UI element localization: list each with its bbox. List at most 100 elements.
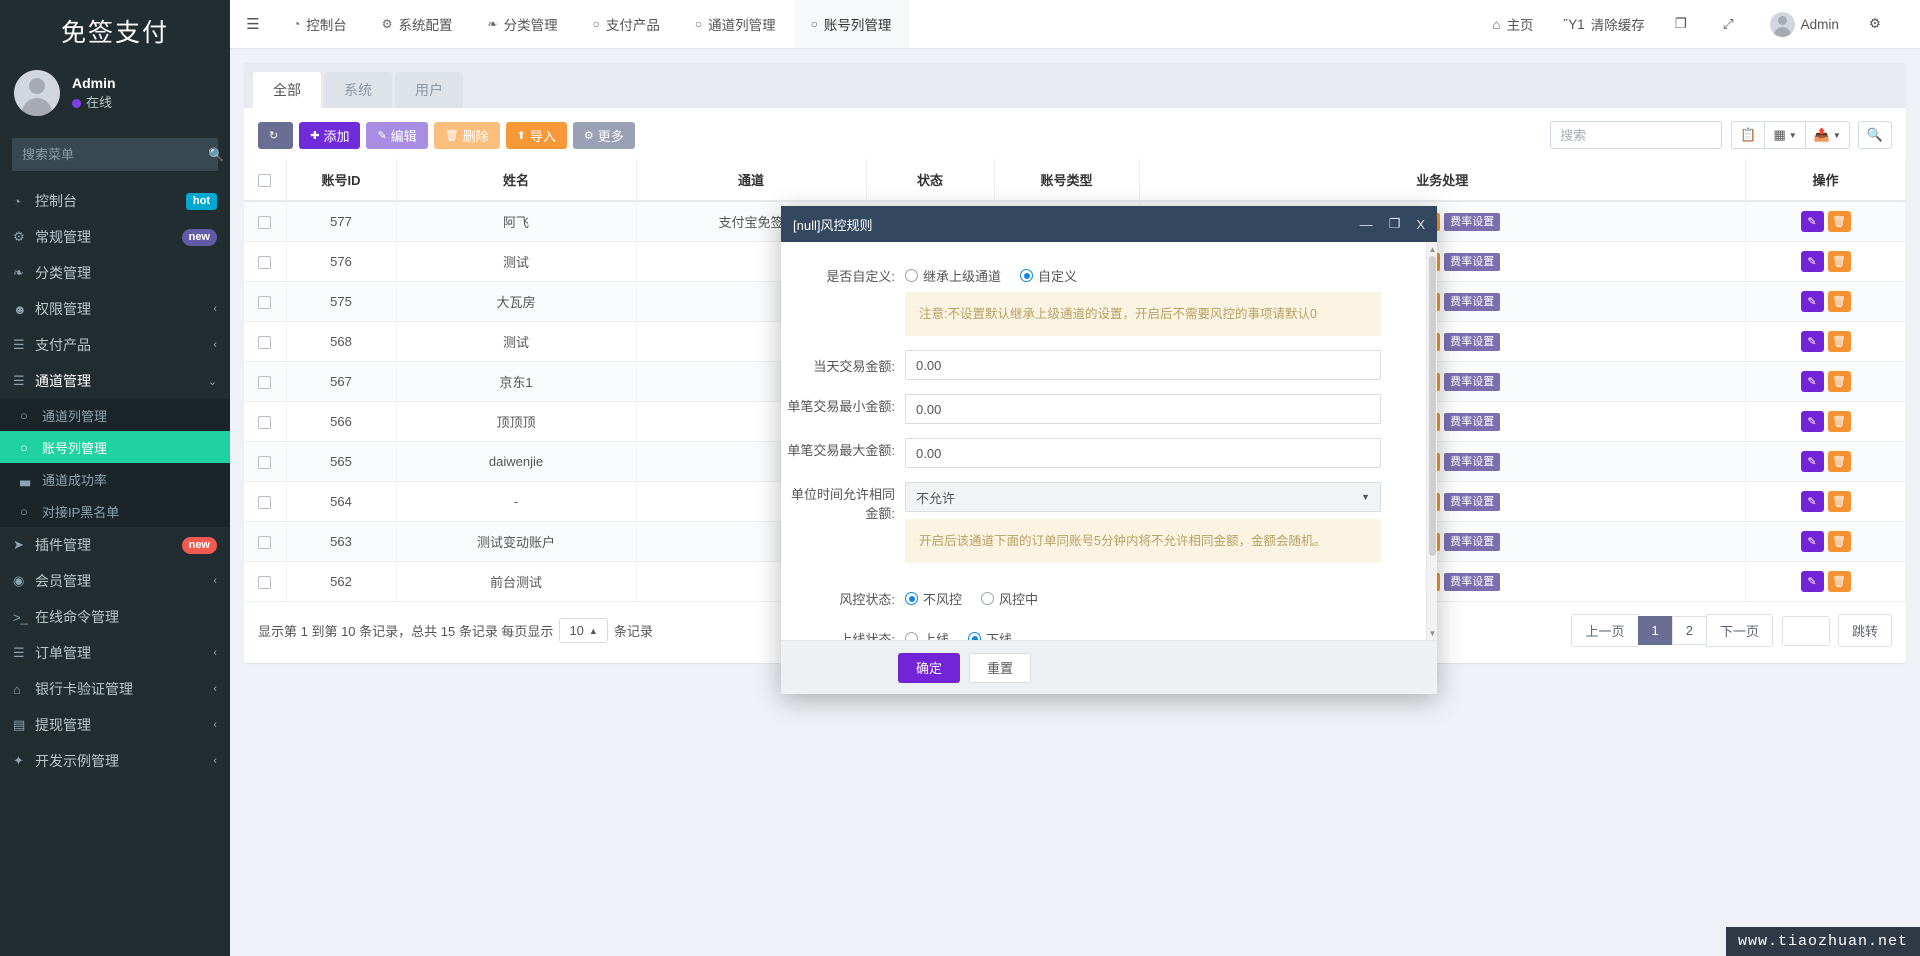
tab-2[interactable]: ❧ 分类管理 bbox=[471, 0, 576, 48]
menu-search[interactable]: 🔍 bbox=[12, 138, 224, 171]
search-icon[interactable]: 🔍 bbox=[208, 147, 230, 163]
grid-view-button[interactable]: ▦ ▼ bbox=[1765, 121, 1806, 149]
sidebar-link-7[interactable]: ◉ 会员管理 ‹ bbox=[0, 563, 230, 599]
row-edit-button[interactable]: ✎ bbox=[1800, 411, 1824, 432]
tag-button[interactable]: 费率设置 bbox=[1444, 572, 1501, 591]
row-checkbox[interactable] bbox=[258, 296, 272, 310]
min-amount-input[interactable] bbox=[905, 394, 1381, 424]
page-size-select[interactable]: 10 ▲ bbox=[559, 618, 608, 643]
topbar-action-0[interactable]: ⌂ 主页 bbox=[1477, 0, 1548, 49]
row-edit-button[interactable]: ✎ bbox=[1800, 491, 1824, 512]
row-checkbox[interactable] bbox=[258, 336, 272, 350]
scrollbar-thumb[interactable] bbox=[1429, 256, 1436, 556]
max-amount-input[interactable] bbox=[905, 438, 1381, 468]
row-delete-button[interactable]: 🗑 bbox=[1827, 571, 1851, 592]
sidebar-link-4[interactable]: ☰ 支付产品 ‹ bbox=[0, 327, 230, 363]
radio-in-risk[interactable]: 风控中 bbox=[981, 589, 1038, 608]
sidebar-link-6[interactable]: ➤ 插件管理 new bbox=[0, 527, 230, 563]
scroll-down-icon[interactable]: ▼ bbox=[1428, 628, 1437, 638]
sidebar-sublink-3[interactable]: ○ 对接IP黑名单 bbox=[0, 495, 230, 527]
row-checkbox[interactable] bbox=[258, 416, 272, 430]
import-button[interactable]: ⬆ 导入 bbox=[505, 121, 567, 149]
page-prev-button[interactable]: 上一页 bbox=[1571, 614, 1639, 647]
select-all-checkbox[interactable] bbox=[258, 174, 272, 188]
sidebar-link-11[interactable]: ▤ 提现管理 ‹ bbox=[0, 707, 230, 743]
page-number-1[interactable]: 1 bbox=[1637, 616, 1673, 645]
sidebar-link-12[interactable]: ✦ 开发示例管理 ‹ bbox=[0, 743, 230, 779]
edit-button[interactable]: ✎ 编辑 bbox=[366, 121, 428, 149]
add-button[interactable]: ✚ 添加 bbox=[299, 121, 361, 149]
row-edit-button[interactable]: ✎ bbox=[1800, 291, 1824, 312]
panel-tab-1[interactable]: 系统 bbox=[324, 72, 392, 108]
same-amount-select[interactable]: 不允许 ▼ bbox=[905, 482, 1381, 512]
dialog-scrollbar[interactable]: ▲ ▼ bbox=[1426, 242, 1437, 640]
row-delete-button[interactable]: 🗑 bbox=[1827, 371, 1851, 392]
tab-5[interactable]: ○ 账号列管理 bbox=[793, 0, 910, 48]
radio-inherit-channel[interactable]: 继承上级通道 bbox=[905, 266, 1001, 285]
export-button[interactable]: 📤 ▼ bbox=[1805, 121, 1850, 149]
minimize-icon[interactable]: — bbox=[1360, 217, 1373, 232]
tag-button[interactable]: 费率设置 bbox=[1444, 212, 1501, 231]
sidebar-link-5[interactable]: ☰ 通道管理 ⌄ bbox=[0, 363, 230, 399]
row-delete-button[interactable]: 🗑 bbox=[1827, 251, 1851, 272]
row-delete-button[interactable]: 🗑 bbox=[1827, 331, 1851, 352]
tab-0[interactable]: ◔ 控制台 bbox=[276, 0, 365, 48]
delete-button[interactable]: 🗑 删除 bbox=[433, 121, 500, 149]
page-jump-button[interactable]: 跳转 bbox=[1837, 614, 1892, 647]
row-edit-button[interactable]: ✎ bbox=[1800, 331, 1824, 352]
search-submit-button[interactable]: 🔍 bbox=[1857, 121, 1892, 149]
row-delete-button[interactable]: 🗑 bbox=[1827, 291, 1851, 312]
tag-button[interactable]: 费率设置 bbox=[1444, 252, 1501, 271]
row-edit-button[interactable]: ✎ bbox=[1800, 251, 1824, 272]
row-delete-button[interactable]: 🗑 bbox=[1827, 411, 1851, 432]
dialog-titlebar[interactable]: [null]风控规则 — ❐ X bbox=[781, 206, 1437, 242]
refresh-button[interactable]: ↻ bbox=[258, 121, 294, 149]
row-delete-button[interactable]: 🗑 bbox=[1827, 531, 1851, 552]
sidebar-sublink-2[interactable]: ▃ 通道成功率 bbox=[0, 463, 230, 495]
hamburger-icon[interactable]: ☰ bbox=[230, 0, 276, 48]
tab-3[interactable]: ○ 支付产品 bbox=[576, 0, 678, 48]
sidebar-link-2[interactable]: ❧ 分类管理 bbox=[0, 255, 230, 291]
row-delete-button[interactable]: 🗑 bbox=[1827, 211, 1851, 232]
tag-button[interactable]: 费率设置 bbox=[1444, 292, 1501, 311]
panel-tab-2[interactable]: 用户 bbox=[395, 72, 463, 108]
more-button[interactable]: ⚙ 更多 bbox=[572, 121, 635, 149]
row-checkbox[interactable] bbox=[258, 576, 272, 590]
scroll-up-icon[interactable]: ▲ bbox=[1428, 244, 1437, 254]
topbar-action-4[interactable]: Admin bbox=[1755, 0, 1854, 49]
sidebar-link-1[interactable]: ⚙ 常规管理 new bbox=[0, 219, 230, 255]
topbar-action-3[interactable]: ⤢ bbox=[1708, 0, 1755, 49]
maximize-icon[interactable]: ❐ bbox=[1389, 216, 1401, 232]
menu-search-input[interactable] bbox=[12, 147, 208, 162]
topbar-action-2[interactable]: ❐ bbox=[1660, 0, 1708, 49]
row-checkbox[interactable] bbox=[258, 256, 272, 270]
page-number-2[interactable]: 2 bbox=[1671, 616, 1707, 645]
row-edit-button[interactable]: ✎ bbox=[1800, 571, 1824, 592]
row-checkbox[interactable] bbox=[258, 496, 272, 510]
row-checkbox[interactable] bbox=[258, 456, 272, 470]
page-jump-input[interactable] bbox=[1781, 615, 1830, 646]
tag-button[interactable]: 费率设置 bbox=[1444, 332, 1501, 351]
tag-button[interactable]: 费率设置 bbox=[1444, 492, 1501, 511]
topbar-action-5[interactable]: ⚙ bbox=[1854, 0, 1902, 49]
radio-no-risk[interactable]: 不风控 bbox=[905, 589, 962, 608]
sidebar-link-9[interactable]: ☰ 订单管理 ‹ bbox=[0, 635, 230, 671]
sidebar-link-10[interactable]: ⌂ 银行卡验证管理 ‹ bbox=[0, 671, 230, 707]
sidebar-sublink-0[interactable]: ○ 通道列管理 bbox=[0, 399, 230, 431]
page-next-button[interactable]: 下一页 bbox=[1705, 614, 1773, 647]
table-search-input[interactable] bbox=[1550, 121, 1723, 149]
radio-online[interactable]: 上线 bbox=[905, 629, 949, 640]
row-checkbox[interactable] bbox=[258, 536, 272, 550]
sidebar-link-3[interactable]: ☻ 权限管理 ‹ bbox=[0, 291, 230, 327]
row-edit-button[interactable]: ✎ bbox=[1800, 211, 1824, 232]
reset-button[interactable]: 重置 bbox=[969, 652, 1032, 683]
columns-toggle-button[interactable]: 📋 bbox=[1731, 121, 1766, 149]
tag-button[interactable]: 费率设置 bbox=[1444, 532, 1501, 551]
tag-button[interactable]: 费率设置 bbox=[1444, 452, 1501, 471]
confirm-button[interactable]: 确定 bbox=[898, 652, 961, 683]
row-edit-button[interactable]: ✎ bbox=[1800, 451, 1824, 472]
sidebar-link-0[interactable]: ◔ 控制台 hot bbox=[0, 183, 230, 219]
close-icon[interactable]: X bbox=[1416, 217, 1425, 232]
panel-tab-0[interactable]: 全部 bbox=[253, 72, 321, 108]
row-edit-button[interactable]: ✎ bbox=[1800, 371, 1824, 392]
